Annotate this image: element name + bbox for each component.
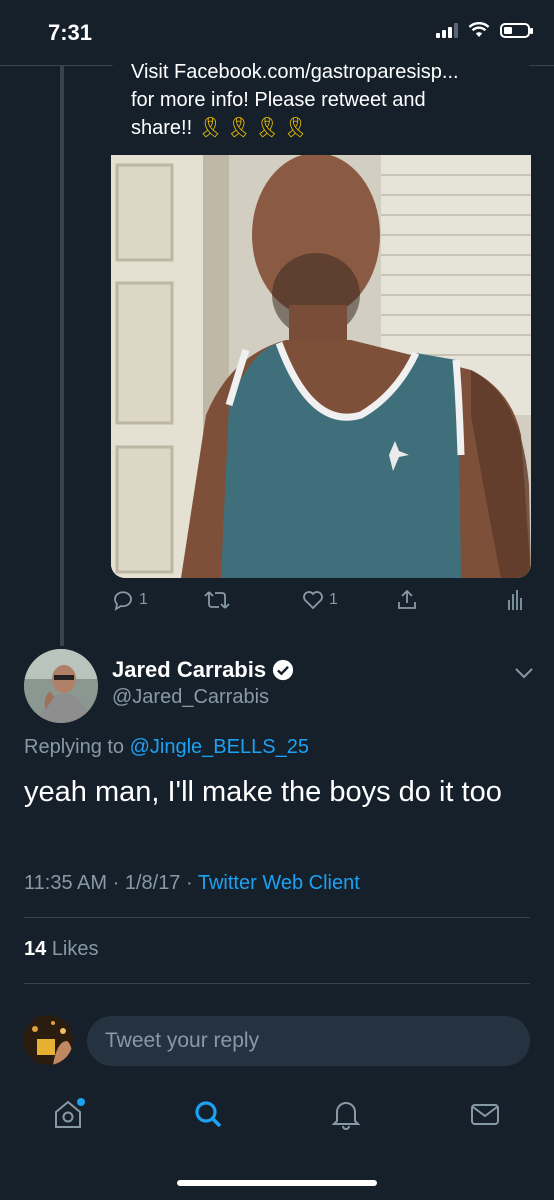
divider <box>24 983 530 984</box>
analytics-icon <box>508 590 522 610</box>
analytics-action[interactable] <box>503 588 527 612</box>
replying-to: Replying to @Jingle_BELLS_25 <box>24 736 309 759</box>
parent-tweet-actions: 1 1 <box>111 588 531 618</box>
parent-tweet-line-1: Visit Facebook.com/gastroparesisp... <box>131 61 459 83</box>
like-count: 1 <box>329 591 338 608</box>
user-avatar-image <box>23 1015 73 1065</box>
author-avatar[interactable] <box>24 649 98 723</box>
meta-separator: · <box>186 872 193 894</box>
author-name: Jared Carrabis <box>112 657 267 682</box>
heart-icon <box>303 591 323 610</box>
wifi-icon <box>468 22 490 37</box>
reply-icon <box>114 591 132 611</box>
replying-prefix: Replying to <box>24 736 125 758</box>
tweet-time: 11:35 AM <box>24 872 108 894</box>
thread-connector-line <box>60 66 64 646</box>
share-action[interactable] <box>395 588 419 612</box>
chevron-down-icon[interactable] <box>514 666 534 680</box>
mail-icon <box>471 1104 499 1125</box>
author-handle[interactable]: @Jared_Carrabis <box>112 686 269 709</box>
video-frame-image <box>111 155 531 578</box>
tweet-video-thumbnail[interactable] <box>111 155 531 578</box>
reply-input[interactable] <box>87 1016 530 1066</box>
reply-bar <box>0 1004 554 1074</box>
likes-label: Likes <box>51 938 99 960</box>
parent-tweet-card[interactable]: Visit Facebook.com/gastroparesisp... for… <box>111 58 531 578</box>
tab-notifications[interactable] <box>326 1094 366 1134</box>
status-icons <box>436 22 533 38</box>
ribbon-emojis: 🎗🎗🎗🎗 <box>197 117 312 139</box>
tweet-meta: 11:35 AM · 1/8/17 · Twitter Web Client <box>24 872 360 895</box>
author-avatar-image <box>24 649 98 723</box>
home-indicator[interactable] <box>177 1180 377 1186</box>
retweet-icon <box>204 591 230 609</box>
parent-tweet-text: Visit Facebook.com/gastroparesisp... for… <box>131 58 521 142</box>
reply-count: 1 <box>139 591 148 608</box>
tab-search[interactable] <box>188 1094 228 1134</box>
tweet-date: 1/8/17 <box>124 872 181 894</box>
author-name-row[interactable]: Jared Carrabis <box>112 657 294 683</box>
battery-icon <box>500 22 533 38</box>
user-avatar[interactable] <box>23 1015 73 1065</box>
likes-count: 14 <box>24 938 47 960</box>
bell-icon <box>331 1102 361 1130</box>
verified-badge-icon <box>273 659 294 681</box>
parent-tweet-line-3: share!! <box>131 117 193 139</box>
reply-action[interactable]: 1 <box>111 588 148 612</box>
bottom-tab-bar <box>0 1080 554 1150</box>
like-action[interactable]: 1 <box>301 588 338 612</box>
tweet-client-link[interactable]: Twitter Web Client <box>198 872 360 894</box>
search-icon <box>195 1101 222 1128</box>
tweet-body: yeah man, I'll make the boys do it too <box>24 776 502 808</box>
status-time: 7:31 <box>48 20 93 45</box>
retweet-action[interactable] <box>203 588 231 612</box>
status-bar: 7:31 <box>0 0 554 66</box>
likes-count-row[interactable]: 14 Likes <box>24 938 99 961</box>
tab-home[interactable] <box>48 1094 88 1134</box>
meta-separator: · <box>112 872 120 894</box>
home-icon <box>55 1098 85 1128</box>
tab-messages[interactable] <box>465 1094 505 1134</box>
cellular-signal-icon <box>436 22 458 38</box>
replying-handle-link[interactable]: @Jingle_BELLS_25 <box>130 736 309 758</box>
share-icon <box>398 589 416 609</box>
parent-tweet-line-2: for more info! Please retweet and <box>131 89 426 111</box>
divider <box>24 917 530 918</box>
